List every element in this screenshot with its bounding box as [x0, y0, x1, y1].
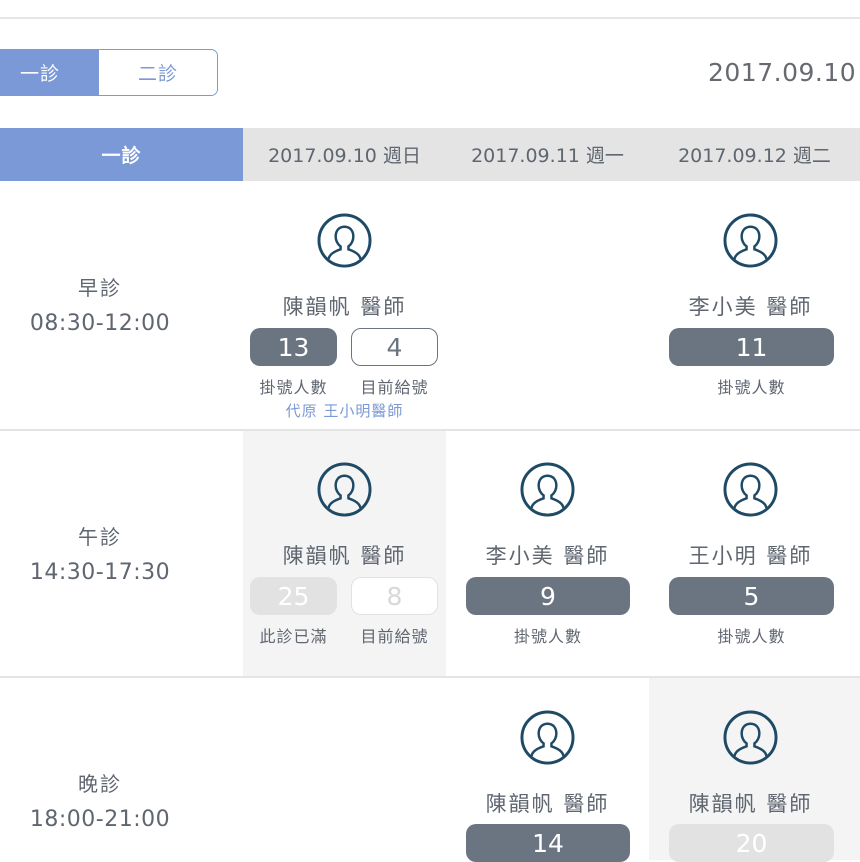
schedule-cell-full[interactable]: 陳韻帆 醫師 20: [649, 678, 860, 862]
schedule-cell[interactable]: 李小美 醫師 11 掛號人數: [649, 181, 852, 429]
session-time: 08:30-12:00: [29, 311, 171, 336]
doctor-avatar-icon: [317, 462, 372, 517]
doctor-avatar-icon: [520, 462, 575, 517]
doctor-avatar-icon: [723, 462, 778, 517]
date-range: 2017.09.10 -: [708, 58, 860, 87]
schedule-header: 一診 2017.09.10 週日 2017.09.11 週一 2017.09.1…: [0, 128, 860, 181]
doctor-avatar-icon: [723, 213, 778, 268]
tab-second-clinic[interactable]: 二診: [99, 50, 217, 95]
current-number: 4: [351, 328, 438, 366]
session-name: 晚診: [78, 772, 122, 796]
session-name: 早診: [78, 276, 122, 300]
session-name: 午診: [78, 525, 122, 549]
doctor-avatar-icon: [723, 710, 778, 765]
tab-first-clinic[interactable]: 一診: [0, 50, 99, 95]
current-number: 8: [351, 577, 438, 615]
schedule-cell-empty: [243, 678, 446, 860]
doctor-avatar-icon: [317, 213, 372, 268]
session-time: 18:00-21:00: [29, 807, 171, 832]
registration-count: 9: [466, 577, 630, 615]
doctor-name: 陳韻帆 醫師: [282, 295, 407, 319]
doctor-avatar-icon: [520, 710, 575, 765]
full-status-label: 此診已滿: [259, 627, 328, 646]
doctor-name: 李小美 醫師: [688, 295, 813, 319]
top-divider: [0, 17, 860, 19]
session-time: 14:30-17:30: [29, 560, 171, 585]
registration-count: 5: [669, 577, 834, 615]
registration-count: 25: [250, 577, 337, 615]
session-evening: 晚診 18:00-21:00: [0, 768, 200, 832]
clinic-toggle: 一診 二診: [0, 49, 218, 96]
header-day: 2017.09.10 週日: [268, 145, 421, 167]
schedule-cell[interactable]: 李小美 醫師 9 掛號人數: [446, 431, 649, 677]
registration-count-label: 掛號人數: [717, 627, 786, 646]
session-afternoon: 午診 14:30-17:30: [0, 521, 200, 585]
doctor-name: 李小美 醫師: [485, 544, 610, 568]
schedule-cell-full[interactable]: 陳韻帆 醫師 25 8 此診已滿 目前給號: [243, 431, 446, 677]
substitute-doctor: 代原 王小明醫師: [285, 402, 404, 420]
header-day: 2017.09.11 週一: [471, 145, 624, 167]
registration-count-label: 掛號人數: [513, 627, 582, 646]
header-day: 2017.09.12 週二: [678, 145, 831, 167]
schedule-cell[interactable]: 陳韻帆 醫師 14: [446, 678, 649, 862]
schedule-cell[interactable]: 王小明 醫師 5 掛號人數: [649, 431, 852, 677]
doctor-name: 王小明 醫師: [688, 544, 813, 568]
current-number-label: 目前給號: [360, 378, 429, 397]
schedule-cell[interactable]: 陳韻帆 醫師 13 4 掛號人數 目前給號 代原 王小明醫師: [243, 181, 446, 429]
doctor-name: 陳韻帆 醫師: [282, 544, 407, 568]
schedule-cell-empty: [446, 181, 649, 429]
header-clinic: 一診: [0, 128, 243, 181]
current-number-label: 目前給號: [360, 627, 429, 646]
doctor-name: 陳韻帆 醫師: [688, 792, 813, 816]
session-morning: 早診 08:30-12:00: [0, 272, 200, 336]
doctor-name: 陳韻帆 醫師: [485, 792, 610, 816]
registration-count-label: 掛號人數: [717, 378, 786, 397]
registration-count: 11: [669, 328, 834, 366]
registration-count-label: 掛號人數: [259, 378, 328, 397]
registration-count: 14: [466, 824, 630, 862]
registration-count: 13: [250, 328, 337, 366]
registration-count: 20: [669, 824, 834, 862]
